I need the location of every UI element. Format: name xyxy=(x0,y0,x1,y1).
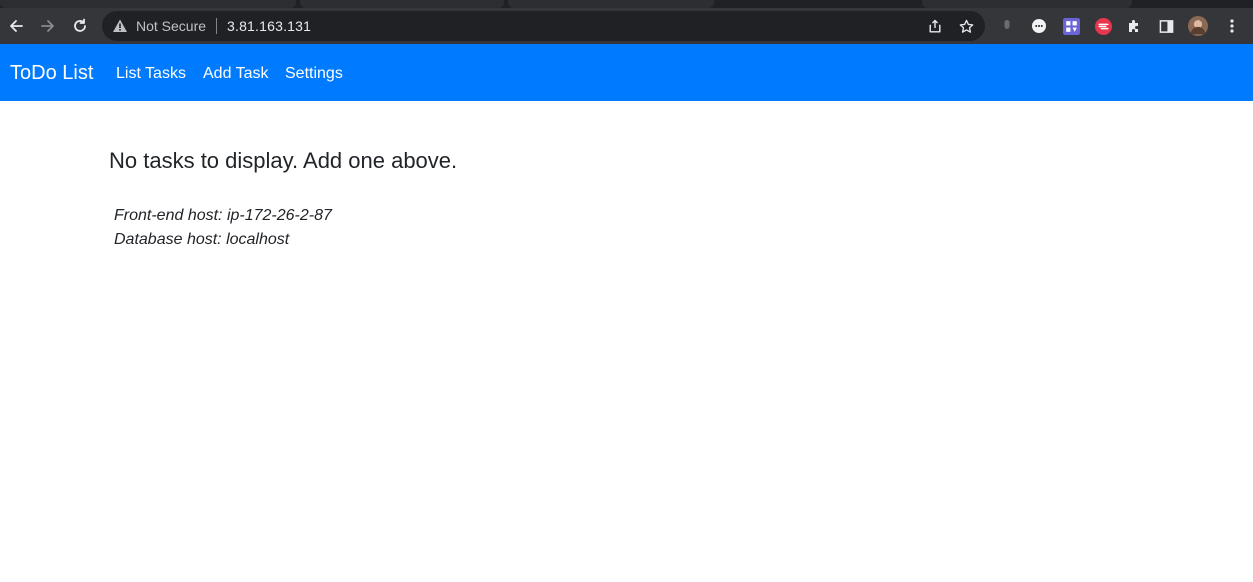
nav-settings[interactable]: Settings xyxy=(285,64,343,83)
omnibox-divider xyxy=(216,18,217,34)
nav-list-tasks[interactable]: List Tasks xyxy=(116,64,186,83)
microphone-icon xyxy=(1004,20,1010,29)
browser-toolbar: Not Secure 3.81.163.131 xyxy=(0,8,1253,44)
extension-grid[interactable] xyxy=(1061,16,1081,36)
tab[interactable] xyxy=(0,0,296,8)
chat-bubble-icon xyxy=(1032,19,1046,33)
frontend-host-text: Front-end host: ip-172-26-2-87 xyxy=(114,207,332,224)
extensions-button[interactable] xyxy=(1124,16,1144,36)
security-label[interactable]: Not Secure xyxy=(136,18,206,34)
address-bar[interactable]: Not Secure 3.81.163.131 xyxy=(102,11,985,41)
empty-tasks-message: No tasks to display. Add one above. xyxy=(109,148,458,173)
warning-icon[interactable] xyxy=(112,18,128,34)
red-extension-icon xyxy=(1094,17,1112,35)
extension-mic[interactable] xyxy=(997,16,1017,36)
side-panel-button[interactable] xyxy=(1156,16,1176,36)
bookmark-button[interactable] xyxy=(956,16,976,36)
host-info: Front-end host: ip-172-26-2-87 Database … xyxy=(114,204,332,252)
puzzle-icon xyxy=(1129,20,1138,32)
tab[interactable] xyxy=(922,0,1132,8)
tab[interactable] xyxy=(508,0,714,8)
share-icon xyxy=(929,19,941,33)
browser-menu-button[interactable] xyxy=(1222,16,1242,36)
extension-red[interactable] xyxy=(1093,16,1113,36)
star-icon xyxy=(959,19,973,33)
avatar xyxy=(1188,16,1208,36)
url-text[interactable]: 3.81.163.131 xyxy=(227,18,311,34)
back-button[interactable] xyxy=(4,14,28,38)
reload-icon xyxy=(74,18,86,32)
app-navbar: ToDo List List Tasks Add Task Settings xyxy=(0,44,1253,101)
kebab-menu-icon xyxy=(1230,19,1234,33)
nav-add-task[interactable]: Add Task xyxy=(203,64,269,83)
brand-link[interactable]: ToDo List xyxy=(10,61,93,85)
tab[interactable] xyxy=(300,0,504,8)
database-host-text: Database host: localhost xyxy=(114,231,290,248)
arrow-right-icon xyxy=(41,20,54,32)
reload-button[interactable] xyxy=(68,14,92,38)
side-panel-icon xyxy=(1159,19,1173,33)
forward-button[interactable] xyxy=(36,14,60,38)
profile-avatar[interactable] xyxy=(1188,16,1208,36)
share-button[interactable] xyxy=(925,16,945,36)
extension-chat[interactable] xyxy=(1029,16,1049,36)
grid-app-icon xyxy=(1062,17,1080,35)
arrow-left-icon xyxy=(10,20,23,32)
